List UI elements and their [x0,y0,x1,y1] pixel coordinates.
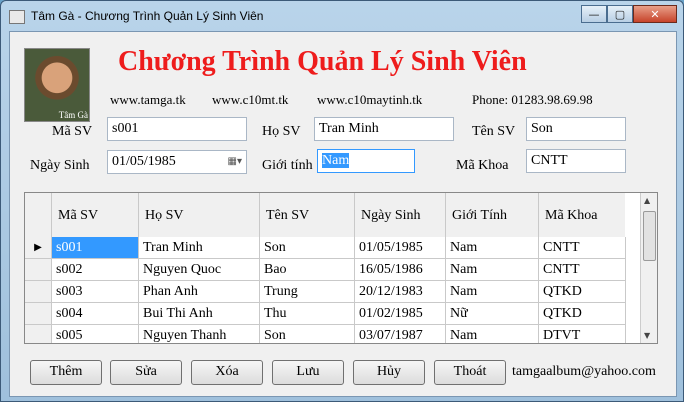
grid-header-row: Mã SV Họ SV Tên SV Ngày Sinh Giới Tính M… [25,193,625,237]
cell-ma-sv[interactable]: s005 [51,324,139,343]
edit-button[interactable]: Sửa [110,360,182,385]
cell-ma-sv[interactable]: s001 [51,237,139,259]
email-label: tamgaalbum@yahoo.com [512,364,656,379]
app-window: Tâm Gà - Chương Trình Quản Lý Sinh Viên … [0,0,684,402]
window-title: Tâm Gà - Chương Trình Quản Lý Sinh Viên [31,9,264,23]
cell-ma-khoa[interactable]: QTKD [538,280,626,303]
table-row[interactable]: s002 Nguyen Quoc Bao 16/05/1986 Nam CNTT [25,258,626,281]
table-row[interactable]: s004 Bui Thi Anh Thu 01/02/1985 Nữ QTKD [25,302,626,325]
form-client-area: Tâm Gà Chương Trình Quản Lý Sinh Viên ww… [9,31,677,397]
cancel-button[interactable]: Hủy [353,360,425,385]
close-button[interactable]: ✕ [633,5,677,23]
cell-ma-khoa[interactable]: CNTT [538,258,626,281]
row-header[interactable] [25,280,52,303]
avatar: Tâm Gà [24,48,90,122]
cell-ma-khoa[interactable]: DTVT [538,324,626,343]
scroll-thumb[interactable] [643,211,656,261]
gioi-tinh-input[interactable]: Nam [317,149,415,173]
column-header[interactable]: Ngày Sinh [354,193,446,237]
cell-ten-sv[interactable]: Son [259,237,355,259]
site-link-3: www.c10maytinh.tk [317,92,423,107]
cell-ten-sv[interactable]: Thu [259,302,355,325]
add-button[interactable]: Thêm [30,360,102,385]
cell-ho-sv[interactable]: Nguyen Quoc [138,258,260,281]
cell-gioi-tinh[interactable]: Nam [445,237,539,259]
cell-ngay-sinh[interactable]: 03/07/1987 [354,324,446,343]
ngay-sinh-datepicker[interactable]: 01/05/1985 ▦▾ [107,150,247,174]
cell-ten-sv[interactable]: Son [259,324,355,343]
phone-label: Phone: 01283.98.69.98 [472,92,593,107]
save-button[interactable]: Lưu [272,360,344,385]
cell-ngay-sinh[interactable]: 01/05/1985 [354,237,446,259]
row-pointer-icon: ▶ [25,237,52,259]
cell-ngay-sinh[interactable]: 20/12/1983 [354,280,446,303]
cell-ma-khoa[interactable]: CNTT [538,237,626,259]
column-header[interactable]: Giới Tính [445,193,539,237]
ho-sv-input[interactable]: Tran Minh [314,117,454,141]
cell-ma-sv[interactable]: s003 [51,280,139,303]
cell-ma-sv[interactable]: s002 [51,258,139,281]
cell-ho-sv[interactable]: Tran Minh [138,237,260,259]
title-bar[interactable]: Tâm Gà - Chương Trình Quản Lý Sinh Viên … [1,1,683,31]
site-link-1: www.tamga.tk [110,92,186,107]
cell-gioi-tinh[interactable]: Nam [445,280,539,303]
ten-sv-input[interactable]: Son [526,117,626,141]
delete-button[interactable]: Xóa [191,360,263,385]
cell-ma-khoa[interactable]: QTKD [538,302,626,325]
ma-sv-label: Mã SV [52,124,93,139]
cell-gioi-tinh[interactable]: Nam [445,258,539,281]
cell-ma-sv[interactable]: s004 [51,302,139,325]
table-row[interactable]: s003 Phan Anh Trung 20/12/1983 Nam QTKD [25,280,626,303]
maximize-button[interactable]: ▢ [607,5,633,23]
avatar-caption: Tâm Gà [58,110,88,120]
row-header-corner [25,193,52,237]
exit-button[interactable]: Thoát [434,360,506,385]
ma-sv-input[interactable]: s001 [107,117,247,141]
cell-ho-sv[interactable]: Bui Thi Anh [138,302,260,325]
table-row[interactable]: ▶ s001 Tran Minh Son 01/05/1985 Nam CNTT [25,237,626,259]
scroll-up-icon[interactable]: ▲ [644,196,650,205]
row-header[interactable] [25,324,52,343]
ma-khoa-label: Mã Khoa [456,158,509,173]
ho-sv-label: Họ SV [262,124,301,139]
ngay-sinh-label: Ngày Sinh [30,158,90,173]
row-header[interactable] [25,258,52,281]
ma-khoa-input[interactable]: CNTT [526,149,626,173]
column-header[interactable]: Mã Khoa [538,193,625,237]
calendar-dropdown-icon[interactable]: ▦▾ [228,156,242,167]
app-icon [9,10,25,24]
page-title: Chương Trình Quản Lý Sinh Viên [118,46,527,77]
column-header[interactable]: Họ SV [138,193,260,237]
cell-ho-sv[interactable]: Phan Anh [138,280,260,303]
scroll-down-icon[interactable]: ▼ [644,331,650,340]
row-header[interactable] [25,302,52,325]
cell-ten-sv[interactable]: Trung [259,280,355,303]
cell-ngay-sinh[interactable]: 01/02/1985 [354,302,446,325]
gioi-tinh-value: Nam [322,153,350,168]
minimize-button[interactable]: — [581,5,607,23]
caption-buttons: — ▢ ✕ [581,5,677,24]
student-table: Mã SV Họ SV Tên SV Ngày Sinh Giới Tính M… [25,193,626,343]
site-link-2: www.c10mt.tk [212,92,289,107]
cell-ho-sv[interactable]: Nguyen Thanh [138,324,260,343]
cell-gioi-tinh[interactable]: Nữ [445,302,539,325]
column-header[interactable]: Tên SV [259,193,355,237]
ngay-sinh-value: 01/05/1985 [112,154,176,169]
cell-ngay-sinh[interactable]: 16/05/1986 [354,258,446,281]
table-row[interactable]: s005 Nguyen Thanh Son 03/07/1987 Nam DTV… [25,324,626,343]
gioi-tinh-label: Giới tính [262,158,313,173]
ten-sv-label: Tên SV [472,124,516,139]
cell-gioi-tinh[interactable]: Nam [445,324,539,343]
vertical-scrollbar[interactable]: ▲ ▼ [640,193,657,343]
student-grid[interactable]: Mã SV Họ SV Tên SV Ngày Sinh Giới Tính M… [24,192,658,344]
column-header[interactable]: Mã SV [51,193,139,237]
cell-ten-sv[interactable]: Bao [259,258,355,281]
